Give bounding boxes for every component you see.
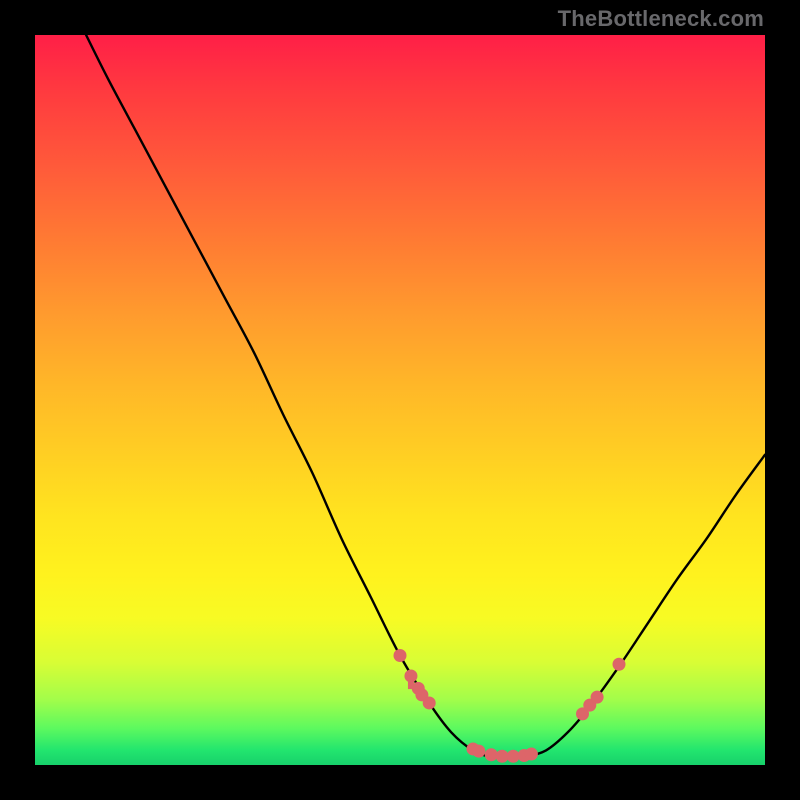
marker-bar	[408, 676, 414, 689]
bottleneck-curve	[86, 35, 765, 758]
data-marker	[591, 691, 604, 704]
marker-bar-rect	[408, 676, 414, 689]
data-marker	[485, 748, 498, 761]
data-marker	[394, 649, 407, 662]
data-marker	[613, 658, 626, 671]
data-markers	[394, 649, 626, 763]
chart-container: TheBottleneck.com	[0, 0, 800, 800]
plot-area	[35, 35, 765, 765]
data-marker	[423, 696, 436, 709]
data-marker	[472, 745, 485, 758]
data-marker	[525, 748, 538, 761]
watermark-text: TheBottleneck.com	[558, 6, 764, 32]
chart-svg	[35, 35, 765, 765]
